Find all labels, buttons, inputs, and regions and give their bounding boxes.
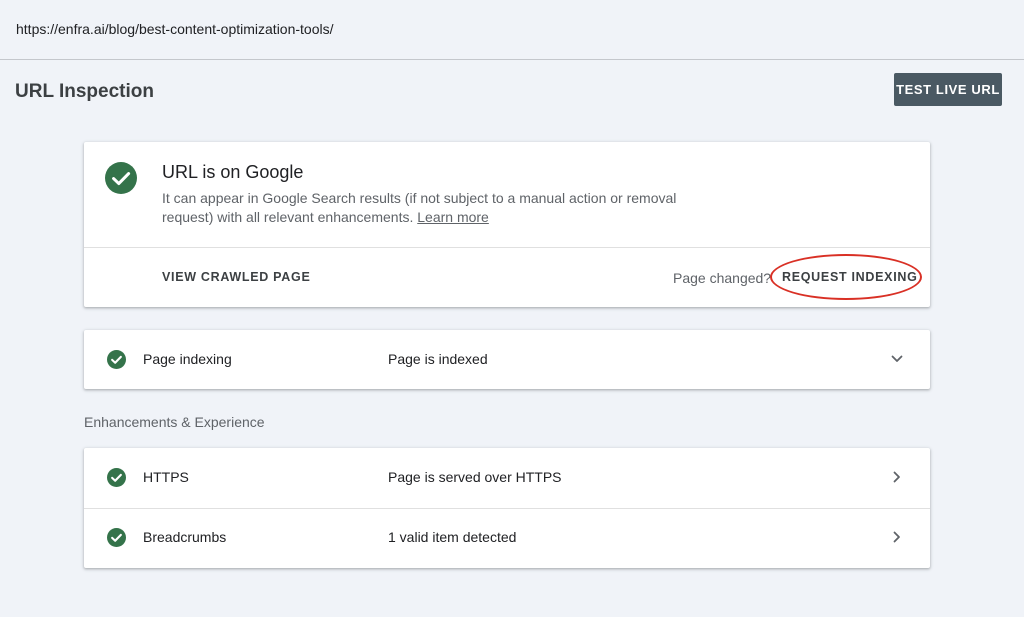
url-status-card: URL is on Google It can appear in Google…: [84, 142, 930, 307]
status-title: URL is on Google: [162, 162, 304, 182]
enhancements-card: HTTPS Page is served over HTTPS Breadcru…: [84, 448, 930, 568]
page-changed-label: Page changed?: [673, 270, 772, 286]
section-label-enhancements: Enhancements & Experience: [84, 414, 265, 430]
row-value: 1 valid item detected: [388, 529, 517, 545]
row-label: HTTPS: [143, 469, 189, 485]
enhancement-row-https[interactable]: HTTPS Page is served over HTTPS: [84, 448, 930, 507]
chevron-right-icon[interactable]: [888, 528, 906, 546]
chevron-right-icon[interactable]: [888, 468, 906, 486]
row-value: Page is indexed: [388, 351, 488, 367]
page-indexing-row[interactable]: Page indexing Page is indexed: [84, 330, 930, 389]
row-value: Page is served over HTTPS: [388, 469, 562, 485]
inspected-url[interactable]: https://enfra.ai/blog/best-content-optim…: [16, 21, 334, 37]
check-circle-icon: [107, 468, 126, 487]
card-divider: [84, 247, 930, 248]
enhancement-row-breadcrumbs[interactable]: Breadcrumbs 1 valid item detected: [84, 508, 930, 567]
page-title: URL Inspection: [15, 81, 154, 102]
chevron-down-icon[interactable]: [888, 350, 906, 368]
page-indexing-card: Page indexing Page is indexed: [84, 330, 930, 389]
check-circle-icon: [105, 162, 137, 194]
row-label: Breadcrumbs: [143, 529, 227, 545]
view-crawled-page-button[interactable]: VIEW CRAWLED PAGE: [162, 270, 310, 284]
learn-more-link[interactable]: Learn more: [417, 209, 489, 225]
highlight-oval-annotation: [770, 254, 922, 300]
row-label: Page indexing: [143, 351, 232, 367]
url-bar: https://enfra.ai/blog/best-content-optim…: [0, 0, 1024, 60]
check-circle-icon: [107, 350, 126, 369]
check-circle-icon: [107, 528, 126, 547]
test-live-url-button[interactable]: TEST LIVE URL: [894, 73, 1002, 106]
status-description: It can appear in Google Search results (…: [162, 189, 702, 227]
